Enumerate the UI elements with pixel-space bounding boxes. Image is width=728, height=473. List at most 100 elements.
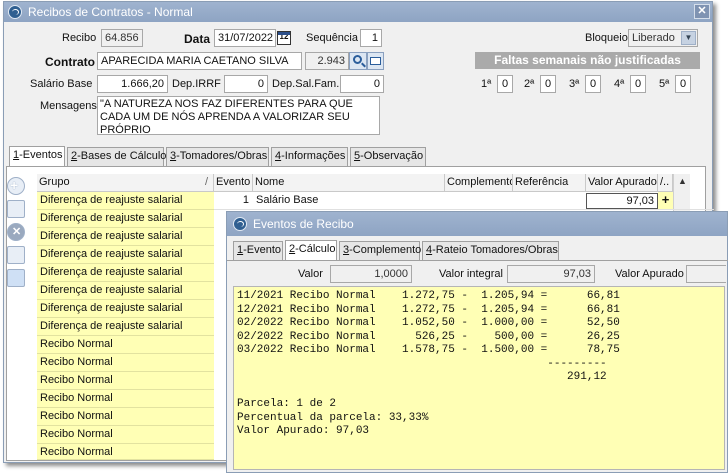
list-item[interactable]: Diferença de reajuste salarial: [37, 264, 214, 282]
cell-nome: Salário Base: [256, 194, 319, 206]
tab-tomadores-obras[interactable]: 3-Tomadores/Obras: [166, 147, 269, 166]
list-item[interactable]: Diferença de reajuste salarial: [37, 210, 214, 228]
col-header-grupo[interactable]: Grupo /: [37, 174, 214, 192]
bloqueio-label: Bloqueio: [585, 32, 628, 44]
falta-4-label: 4ª: [614, 78, 625, 90]
falta-3-field[interactable]: 0: [585, 75, 601, 93]
col-header-extra[interactable]: /..: [658, 174, 673, 192]
calc-total: 291,12: [237, 371, 607, 383]
valor-label: Valor: [298, 268, 323, 280]
overlay-app-icon: [233, 217, 247, 231]
col-header-evento[interactable]: Evento: [214, 174, 253, 192]
calc-line: ---------: [237, 357, 607, 370]
sequencia-label: Sequência: [306, 32, 358, 44]
mensagens-label: Mensagens: [40, 100, 97, 112]
close-button[interactable]: ✕: [694, 4, 710, 19]
calc-line: 02/2022 Recibo Normal 1.052,50 - 1.000,0…: [237, 317, 620, 329]
list-item[interactable]: Recibo Normal: [37, 354, 214, 372]
valor-integral-label: Valor integral: [439, 268, 503, 280]
calc-line: 03/2022 Recibo Normal 1.578,75 - 1.500,0…: [237, 344, 620, 356]
copy-icon[interactable]: [7, 246, 25, 264]
search-icon[interactable]: [349, 52, 367, 70]
valor-field[interactable]: 1,0000: [330, 265, 412, 283]
falta-1-field[interactable]: 0: [497, 75, 513, 93]
salario-label: Salário Base: [30, 78, 93, 90]
list-item[interactable]: Diferença de reajuste salarial: [37, 318, 214, 336]
overlay-tab-complemento[interactable]: 3-Complemento: [339, 241, 421, 260]
bloqueio-value: Liberado: [632, 32, 675, 44]
tab-informacoes[interactable]: 4-Informações: [271, 147, 348, 166]
list-item[interactable]: Recibo Normal: [37, 444, 214, 460]
list-item[interactable]: Diferença de reajuste salarial: [37, 282, 214, 300]
falta-4-field[interactable]: 0: [630, 75, 646, 93]
list-item[interactable]: Recibo Normal: [37, 426, 214, 444]
col-header-referencia[interactable]: Referência: [513, 174, 586, 192]
overlay-tab-calculo[interactable]: 2-Cálculo: [285, 240, 337, 261]
add-icon[interactable]: +: [7, 177, 25, 195]
recibo-label: Recibo: [62, 32, 97, 44]
valor-apurado-field[interactable]: [686, 265, 726, 283]
list-item[interactable]: Diferença de reajuste salarial: [37, 246, 214, 264]
calculo-text: 11/2021 Recibo Normal 1.272,75 - 1.205,9…: [233, 286, 725, 470]
mensagens-textarea[interactable]: "A NATUREZA NOS FAZ DIFERENTES PARA QUE …: [97, 96, 380, 135]
list-item[interactable]: Recibo Normal: [37, 372, 214, 390]
contrato-code-field[interactable]: 2.943: [305, 52, 349, 70]
overlay-tab-divider: [227, 260, 728, 261]
valor-apurado-label: Valor Apurado: [615, 268, 684, 280]
tab-observacao[interactable]: 5-Observação: [350, 147, 426, 166]
contrato-name-field[interactable]: APARECIDA MARIA CAETANO SILVA: [97, 52, 302, 70]
col-header-valor-apurado[interactable]: Valor Apurado: [586, 174, 658, 192]
overlay-title-bar: Eventos de Recibo: [227, 212, 727, 236]
overlay-tab-evento[interactable]: 1-Evento: [233, 241, 283, 260]
title-bar: Recibos de Contratos - Normal ✕: [4, 2, 712, 22]
list-item[interactable]: Recibo Normal: [37, 390, 214, 408]
cell-evento: 1: [242, 194, 249, 206]
calc-parcela: Parcela: 1 de 2: [237, 398, 337, 410]
falta-5-field[interactable]: 0: [675, 75, 691, 93]
detail-icon[interactable]: [7, 269, 25, 287]
list-item[interactable]: Recibo Normal: [37, 408, 214, 426]
col-header-nome[interactable]: Nome: [253, 174, 445, 192]
falta-5-label: 5ª: [659, 78, 670, 90]
cell-valor[interactable]: 97,03: [586, 193, 658, 209]
card-icon[interactable]: [367, 52, 384, 70]
falta-2-label: 2ª: [524, 78, 535, 90]
calc-valor-apurado: Valor Apurado: 97,03: [237, 425, 370, 437]
tab-bases-calculo[interactable]: 2-Bases de Cálculo: [67, 147, 166, 166]
bloqueio-select[interactable]: Liberado ▼: [628, 29, 698, 47]
chevron-down-icon[interactable]: ▼: [681, 31, 696, 45]
calc-line: [237, 385, 721, 399]
edit-icon[interactable]: [7, 200, 25, 218]
window-title: Recibos de Contratos - Normal: [28, 5, 193, 19]
depsal-field[interactable]: 0: [340, 75, 384, 93]
col-header-complemento[interactable]: Complemento: [445, 174, 513, 192]
calc-line: 02/2022 Recibo Normal 526,25 - 500,00 = …: [237, 330, 620, 343]
list-item[interactable]: Diferença de reajuste salarial: [37, 300, 214, 318]
depsal-label: Dep.Sal.Fam.: [272, 78, 340, 90]
falta-3-label: 3ª: [569, 78, 580, 90]
sequencia-field[interactable]: 1: [360, 29, 382, 47]
list-item[interactable]: Diferença de reajuste salarial: [37, 228, 214, 246]
contrato-label: Contrato: [45, 55, 95, 69]
tab-eventos[interactable]: 1-Eventos: [9, 146, 65, 166]
data-field[interactable]: 31/07/2022: [214, 29, 276, 47]
salario-field[interactable]: 1.666,20: [97, 75, 168, 93]
list-item[interactable]: Recibo Normal: [37, 336, 214, 354]
overlay-tab-rateio[interactable]: 4-Rateio Tomadores/Obras: [422, 241, 559, 260]
recibo-field[interactable]: 64.856: [101, 29, 143, 47]
app-icon: [8, 5, 22, 19]
calc-percentual: Percentual da parcela: 33,33%: [237, 411, 429, 424]
depirrf-field[interactable]: 0: [224, 75, 268, 93]
calendar-icon[interactable]: 12: [277, 31, 291, 45]
remove-icon[interactable]: ✕: [7, 223, 25, 241]
add-row-button[interactable]: +: [658, 192, 673, 209]
table-row[interactable]: 1 Salário Base 97,03: [214, 192, 714, 210]
overlay-title: Eventos de Recibo: [253, 217, 354, 231]
falta-2-field[interactable]: 0: [540, 75, 556, 93]
calc-line: 12/2021 Recibo Normal 1.272,75 - 1.205,9…: [237, 303, 620, 316]
faltas-title: Faltas semanais não justificadas: [475, 52, 700, 69]
list-item[interactable]: Diferença de reajuste salarial: [37, 192, 214, 210]
calc-line: 11/2021 Recibo Normal 1.272,75 - 1.205,9…: [237, 290, 620, 302]
depirrf-label: Dep.IRRF: [172, 78, 221, 90]
valor-integral-field[interactable]: 97,03: [507, 265, 595, 283]
